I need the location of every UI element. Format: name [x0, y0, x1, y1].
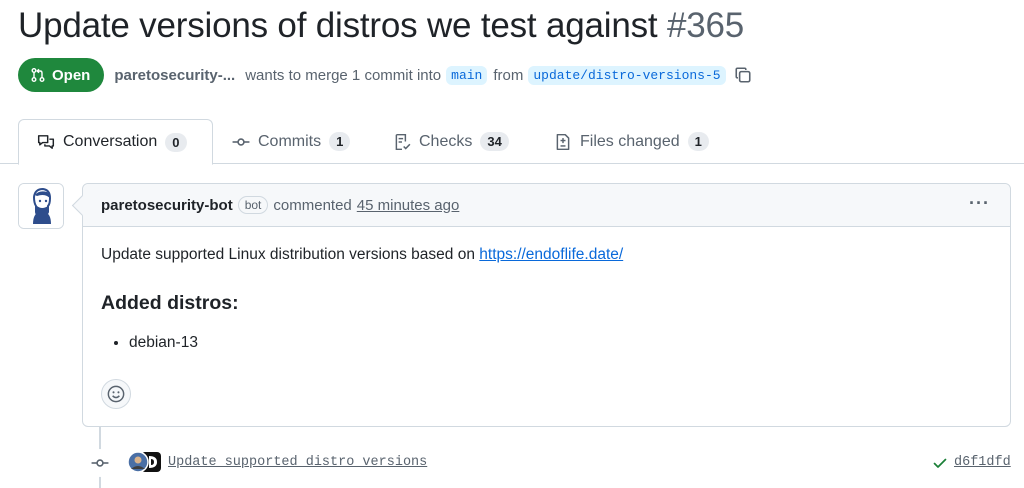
tab-counter: 1 [687, 132, 709, 151]
comment-text: Update supported Linux distribution vers… [101, 246, 475, 263]
commit-sha-link[interactable]: d6f1dfd [954, 455, 1011, 470]
comment-author-avatar[interactable] [18, 183, 64, 229]
pr-title: Update versions of distros we test again… [18, 6, 744, 46]
commit-node [86, 449, 114, 477]
comment-menu-button[interactable]: ··· [969, 194, 990, 212]
file-diff-icon [556, 133, 570, 150]
checklist-icon [395, 133, 411, 150]
check-icon[interactable] [932, 455, 948, 476]
commit-message-link[interactable]: Update supported distro versions [168, 455, 427, 470]
tab-label: Conversation [63, 133, 158, 150]
tab-commits[interactable]: Commits 1 [232, 119, 351, 164]
list-item: debian-13 [129, 334, 992, 352]
commit-avatars[interactable] [127, 451, 163, 473]
git-commit-icon [232, 137, 250, 146]
head-branch[interactable]: update/distro-versions-5 [528, 65, 726, 85]
pr-meta: Open paretosecurity-... wants to merge 1… [18, 58, 752, 92]
comment-timestamp[interactable]: 45 minutes ago [357, 197, 460, 214]
comment-header: paretosecurity-bot bot commented 45 minu… [83, 184, 1010, 227]
distro-list: debian-13 [129, 334, 992, 352]
comment-verb: commented [273, 196, 352, 214]
git-pull-request-icon [31, 68, 45, 82]
added-distros-heading: Added distros: [101, 292, 239, 314]
comment-body: Update supported Linux distribution vers… [83, 227, 1010, 352]
commit-author-avatars [127, 451, 161, 473]
tab-counter: 1 [329, 132, 351, 151]
tab-label: Checks [419, 132, 473, 150]
endoflife-link[interactable]: https://endoflife.date/ [479, 246, 623, 263]
pr-state-badge: Open [18, 58, 105, 92]
tab-label: Files changed [580, 132, 680, 150]
add-reaction-button[interactable] [101, 379, 131, 409]
comment-discussion-icon [37, 135, 55, 149]
base-branch[interactable]: main [446, 65, 488, 85]
comment-author[interactable]: paretosecurity-bot [101, 197, 233, 214]
tab-files-changed[interactable]: Files changed 1 [554, 119, 709, 164]
smiley-icon [107, 385, 125, 403]
tab-label: Commits [258, 132, 322, 150]
pr-tabs: Conversation 0 Commits 1 Checks 34 Files… [0, 119, 1024, 165]
comment-box: paretosecurity-bot bot commented 45 minu… [82, 183, 1011, 427]
copy-branch-button[interactable] [734, 66, 752, 84]
pr-state-label: Open [52, 66, 91, 84]
tab-counter: 34 [480, 132, 509, 151]
tab-counter: 0 [165, 132, 187, 152]
merge-text: wants to merge 1 commit into [245, 66, 442, 84]
pr-author-link[interactable]: paretosecurity-... [114, 67, 235, 84]
tab-checks[interactable]: Checks 34 [393, 119, 509, 164]
tab-conversation[interactable]: Conversation 0 [18, 119, 213, 165]
bot-badge: bot [237, 196, 269, 214]
bot-avatar-image [19, 184, 63, 228]
from-text: from [493, 66, 524, 84]
comment-paragraph: Update supported Linux distribution vers… [101, 246, 992, 264]
copy-icon [735, 67, 751, 83]
pr-number: #365 [666, 6, 745, 45]
pr-title-text: Update versions of distros we test again… [18, 6, 658, 45]
git-commit-icon [91, 459, 109, 467]
